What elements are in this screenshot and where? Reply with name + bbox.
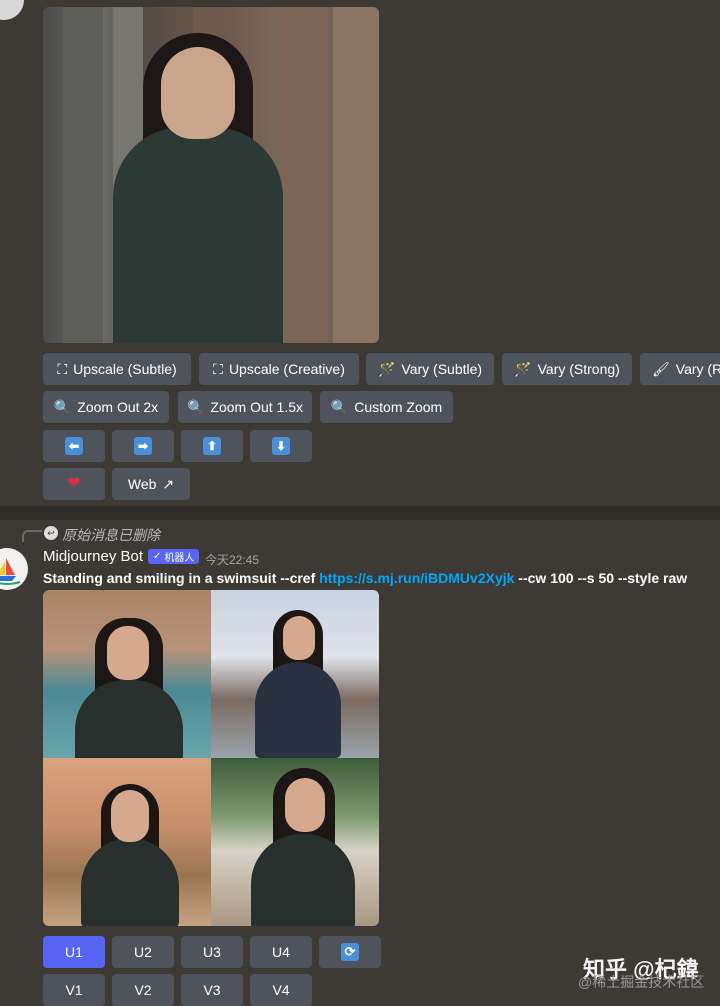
grid-image-3[interactable] — [43, 758, 211, 926]
reply-connector — [22, 530, 42, 542]
grid-image-4[interactable] — [211, 758, 379, 926]
web-button[interactable]: Web ↗ — [112, 468, 190, 500]
button-label: Vary (Strong) — [537, 361, 620, 377]
bot-avatar[interactable] — [0, 548, 28, 590]
message-divider — [0, 506, 720, 520]
variation-v2-button[interactable]: V2 — [112, 974, 174, 1006]
vary-subtle-button[interactable]: 🪄 Vary (Subtle) — [366, 353, 494, 385]
grid-image-1[interactable] — [43, 590, 211, 758]
vary-region-button[interactable]: 🖌 Vary (R — [640, 353, 720, 385]
magnifier-icon: 🔍 — [53, 399, 72, 415]
magic-wand-icon: 🪄 — [377, 361, 396, 377]
magic-wand-icon: 🪄 — [514, 361, 532, 377]
upscale-u2-button[interactable]: U2 — [112, 936, 174, 968]
magnifier-icon: 🔍 — [186, 399, 205, 415]
message-timestamp: 今天22:45 — [205, 553, 260, 567]
prompt-link[interactable]: https://s.mj.run/iBDMUv2Xyjk — [319, 570, 514, 586]
reroll-button[interactable]: ⟳ — [319, 936, 381, 968]
custom-zoom-button[interactable]: 🔍 Custom Zoom — [320, 391, 453, 423]
external-link-icon: ↗ — [162, 476, 175, 492]
button-label: Zoom Out 1.5x — [210, 399, 304, 415]
zoom-out-2x-button[interactable]: 🔍 Zoom Out 2x — [43, 391, 169, 423]
button-label: Zoom Out 2x — [77, 399, 159, 415]
arrow-left-icon: ⬅ — [65, 437, 83, 455]
reply-icon: ↩ — [44, 526, 58, 540]
deleted-original-message[interactable]: 原始消息已删除 — [62, 525, 160, 545]
bot-badge: ✓ 机器人 — [148, 549, 200, 564]
grid-image-2[interactable] — [211, 590, 379, 758]
button-label: U4 — [272, 944, 290, 960]
upscale-creative-button[interactable]: ⛶ Upscale (Creative) — [199, 353, 359, 385]
button-label: Upscale (Subtle) — [73, 361, 177, 377]
arrow-down-icon: ⬇ — [272, 437, 290, 455]
arrow-right-icon: ➡ — [134, 437, 152, 455]
button-label: Vary (R — [675, 361, 720, 377]
watermark-sub: @稀土掘金技术社区 — [578, 974, 705, 990]
bot-badge-label: 机器人 — [164, 553, 195, 564]
pan-left-button[interactable]: ⬅ — [43, 430, 105, 462]
zoom-out-1-5x-button[interactable]: 🔍 Zoom Out 1.5x — [178, 391, 312, 423]
arrow-up-icon: ⬆ — [203, 437, 221, 455]
button-label: Custom Zoom — [354, 399, 443, 415]
prompt-text-before: Standing and smiling in a swimsuit --cre… — [43, 570, 320, 586]
verified-check-icon: ✓ — [153, 551, 162, 562]
vary-strong-button[interactable]: 🪄 Vary (Strong) — [502, 353, 632, 385]
variation-v3-button[interactable]: V3 — [181, 974, 243, 1006]
pan-up-button[interactable]: ⬆ — [181, 430, 243, 462]
magnifier-icon: 🔍 — [330, 399, 349, 415]
bot-name[interactable]: Midjourney Bot — [43, 548, 143, 565]
upscale-subtle-button[interactable]: ⛶ Upscale (Subtle) — [43, 353, 191, 385]
user-avatar[interactable] — [0, 0, 24, 20]
refresh-icon: ⟳ — [341, 943, 359, 961]
image-grid[interactable] — [43, 590, 379, 926]
variation-v1-button[interactable]: V1 — [43, 974, 105, 1006]
button-label: U2 — [134, 944, 152, 960]
variation-v4-button[interactable]: V4 — [250, 974, 312, 1006]
button-label: U3 — [203, 944, 221, 960]
heart-icon: ❤ — [67, 475, 81, 492]
favorite-button[interactable]: ❤ — [43, 468, 105, 500]
upscale-u3-button[interactable]: U3 — [181, 936, 243, 968]
button-label: Vary (Subtle) — [401, 361, 483, 377]
button-label: U1 — [65, 944, 83, 960]
pan-right-button[interactable]: ➡ — [112, 430, 174, 462]
generated-image[interactable] — [43, 7, 379, 343]
upscale-u1-button[interactable]: U1 — [43, 936, 105, 968]
prompt-text-after: --cw 100 --s 50 --style raw — [514, 570, 688, 586]
expand-icon: ⛶ — [57, 361, 68, 377]
upscale-u4-button[interactable]: U4 — [250, 936, 312, 968]
pan-down-button[interactable]: ⬇ — [250, 430, 312, 462]
button-label: Web — [127, 476, 157, 492]
paintbrush-icon: 🖌 — [652, 361, 670, 377]
prompt-text: Standing and smiling in a swimsuit --cre… — [43, 570, 687, 586]
expand-icon: ⛶ — [213, 361, 223, 377]
button-label: Upscale (Creative) — [228, 361, 345, 377]
